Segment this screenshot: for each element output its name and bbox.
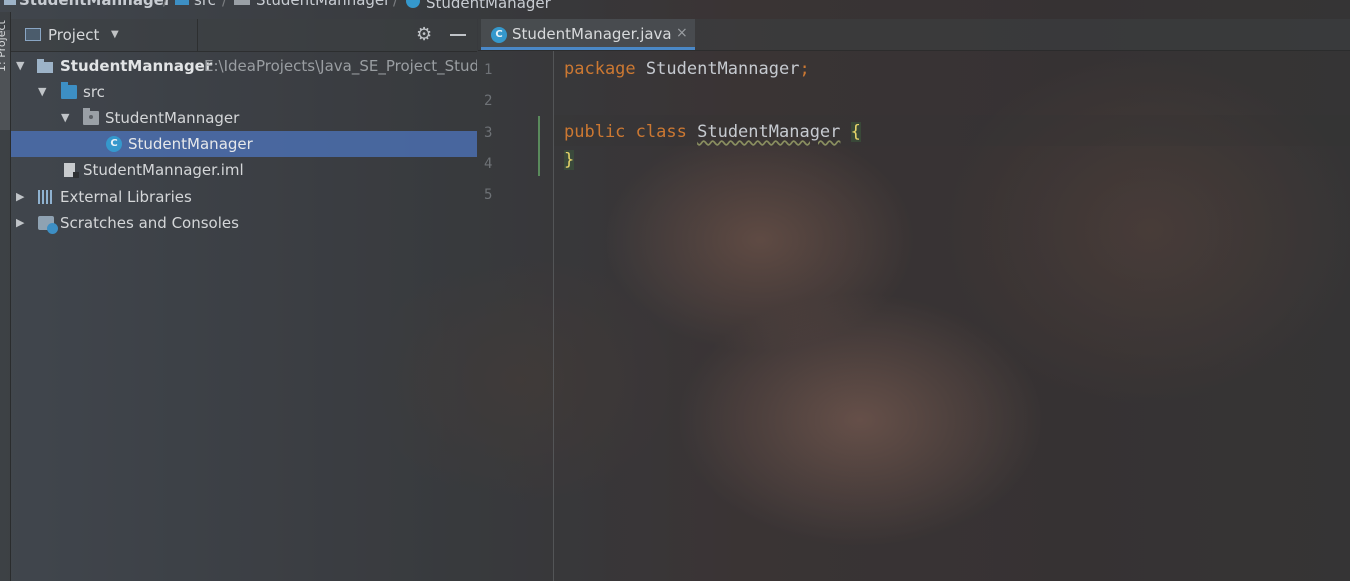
editor: C StudentManager.java × 1 2 3 4 5 packag… [478,19,1350,581]
line-number: 3 [484,125,493,141]
keyword: class [635,122,687,142]
open-brace: { [850,122,861,142]
expanded-arrow-icon[interactable]: ▼ [16,53,24,79]
project-path: E:\IdeaProjects\Java_SE_Project_Stude [204,57,477,75]
code-line-3[interactable]: public class StudentManager { [564,122,861,142]
project-panel-title[interactable]: Project [48,26,99,44]
tree-item-label: StudentManager [128,135,253,153]
expanded-arrow-icon[interactable]: ▼ [38,79,46,105]
line-number-gutter: 1 2 3 4 5 [478,51,554,581]
tool-window-stripe: 1: Project [0,12,11,581]
expanded-arrow-icon[interactable]: ▼ [61,105,69,131]
project-tool-tab-label: 1: Project [0,20,8,72]
package-name: StudentMannager [645,59,800,79]
tree-item-label: Scratches and Consoles [60,214,239,232]
libraries-icon [38,190,54,204]
tree-item-label: StudentMannager.iml [83,161,244,179]
source-folder-icon [61,82,77,99]
gear-icon[interactable]: ⚙ [416,24,432,45]
breadcrumb-item-project[interactable]: StudentMannager [4,0,171,8]
module-folder-icon [37,59,53,73]
tree-item-project-root[interactable]: ▼ StudentMannager E:\IdeaProjects\Java_S… [11,53,477,79]
chevron-down-icon[interactable]: ▼ [111,29,119,40]
line-number: 4 [484,156,493,172]
tree-item-label: src [83,83,105,101]
fold-marker[interactable] [538,116,540,176]
tree-item-src[interactable]: ▼ src [11,79,477,105]
close-brace: } [564,150,575,170]
line-number: 5 [484,187,493,203]
module-folder-icon [4,0,16,5]
breadcrumb: StudentMannager / src / StudentMannager … [0,0,1350,12]
tree-item-class[interactable]: C StudentManager [11,131,477,157]
code-line-4[interactable]: } [564,150,575,170]
project-panel-header: Project ▼ ⚙ [11,19,477,52]
breadcrumb-item-src[interactable]: src [175,0,216,8]
java-class-icon [406,0,420,8]
semicolon: ; [799,59,810,79]
class-name: StudentManager [697,122,841,142]
keyword: package [564,59,636,79]
line-number: 1 [484,62,493,78]
tree-item-label: StudentMannager [105,109,240,127]
iml-file-icon [64,163,79,178]
tree-item-label: External Libraries [60,188,192,206]
breadcrumb-item-class[interactable]: StudentManager [406,0,551,11]
minimize-icon[interactable] [450,34,466,36]
tree-item-iml[interactable]: StudentMannager.iml [11,157,477,183]
package-folder-icon [83,108,99,125]
collapsed-arrow-icon[interactable]: ▶ [16,184,24,210]
header-divider [197,19,198,51]
close-icon[interactable]: × [676,25,688,41]
tree-item-label: StudentMannager [60,57,213,75]
line-number: 2 [484,93,493,109]
java-class-icon: C [106,136,122,152]
source-folder-icon [175,0,189,5]
project-view-icon [25,28,41,41]
scratches-icon [38,216,58,234]
code-line-1[interactable]: package StudentMannager; [564,59,810,79]
tree-item-external-libraries[interactable]: ▶ External Libraries [11,184,477,210]
keyword: public [564,122,626,142]
breadcrumb-item-package[interactable]: StudentMannager [234,0,390,8]
project-panel: Project ▼ ⚙ ▼ StudentMannager E:\IdeaPro… [11,19,477,581]
java-class-icon: C [491,27,507,43]
package-folder-icon [234,0,250,5]
editor-tabs-bar: C StudentManager.java × [478,19,1350,51]
tab-studentmanager-java[interactable]: C StudentManager.java × [481,19,695,50]
tab-label: StudentManager.java [512,25,672,43]
collapsed-arrow-icon[interactable]: ▶ [16,210,24,236]
tree-item-scratches[interactable]: ▶ Scratches and Consoles [11,210,477,236]
tree-item-package[interactable]: ▼ StudentMannager [11,105,477,131]
